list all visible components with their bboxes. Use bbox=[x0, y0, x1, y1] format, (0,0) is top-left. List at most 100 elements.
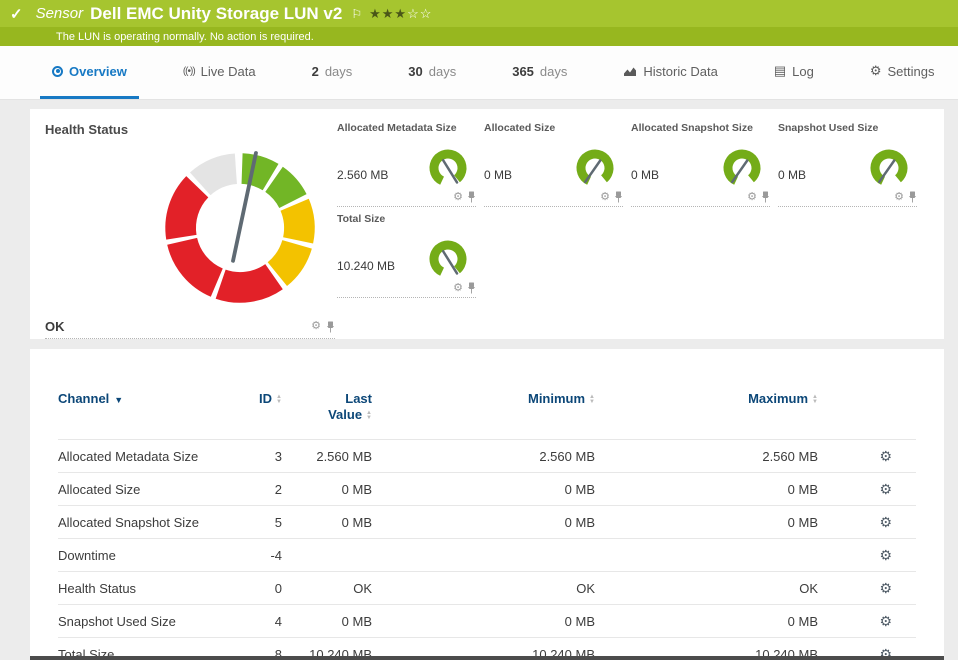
cell-id: 5 bbox=[233, 505, 282, 539]
channel-settings-icon[interactable]: ⚙ bbox=[879, 613, 892, 629]
tab-log[interactable]: ▤ Log bbox=[762, 46, 826, 99]
col-header-maximum[interactable]: Maximum ▲ ▼ bbox=[595, 391, 818, 440]
col-header-maximum-label: Maximum bbox=[748, 391, 809, 406]
cell-channel: Snapshot Used Size bbox=[58, 604, 233, 638]
cell-last-value: 0 MB bbox=[282, 505, 372, 539]
table-row[interactable]: Allocated Snapshot Size 5 0 MB 0 MB 0 MB… bbox=[58, 505, 916, 539]
tab-30-days-number: 30 bbox=[408, 63, 423, 79]
mini-gauge bbox=[870, 149, 908, 187]
cell-id: 0 bbox=[233, 571, 282, 605]
pin-icon[interactable] bbox=[908, 191, 917, 203]
col-header-actions bbox=[818, 391, 916, 440]
live-data-icon: ((•)) bbox=[182, 65, 196, 77]
mini-gauge bbox=[723, 149, 761, 187]
tab-historic-data[interactable]: Historic Data bbox=[611, 46, 729, 99]
mini-gauge-needle bbox=[441, 159, 459, 184]
tab-log-label: Log bbox=[792, 63, 814, 79]
channel-settings-icon[interactable]: ⚙ bbox=[879, 448, 892, 464]
col-header-last-label: Last bbox=[345, 391, 372, 406]
gauge-card-allocated-metadata-size: Allocated Metadata Size 2.560 MB ⚙ bbox=[337, 122, 476, 207]
tab-2-days-number: 2 bbox=[311, 63, 319, 79]
col-header-id-label: ID bbox=[259, 391, 273, 406]
cell-id: -4 bbox=[233, 538, 282, 572]
cell-maximum: 0 MB bbox=[595, 472, 818, 506]
historic-data-icon bbox=[624, 67, 637, 76]
overview-icon bbox=[52, 65, 63, 77]
health-status-widget: Health Status OK ⚙ bbox=[45, 122, 335, 339]
pin-icon[interactable] bbox=[467, 282, 476, 294]
mini-gauge bbox=[429, 149, 467, 187]
mini-gauge bbox=[429, 240, 467, 278]
tab-30-days[interactable]: 30 days bbox=[396, 46, 468, 99]
tab-live-data[interactable]: ((•)) Live Data bbox=[171, 46, 268, 99]
cell-last-value: 0 MB bbox=[282, 604, 372, 638]
cell-id: 2 bbox=[233, 472, 282, 506]
stars-filled[interactable]: ★★★ bbox=[369, 6, 407, 21]
health-widget-footer: OK ⚙ bbox=[45, 319, 335, 339]
object-type-label: Sensor bbox=[35, 5, 84, 22]
priority-flag-icon[interactable]: ⚐ bbox=[351, 7, 362, 21]
col-header-minimum[interactable]: Minimum ▲ ▼ bbox=[372, 391, 595, 440]
sensor-title: Dell EMC Unity Storage LUN v2 bbox=[90, 3, 343, 23]
tab-365-days-number: 365 bbox=[512, 63, 534, 79]
sensor-overview-content: Health Status OK ⚙ Allocated Metadata Si… bbox=[0, 100, 958, 660]
col-header-minimum-label: Minimum bbox=[527, 391, 586, 406]
health-status-value: OK bbox=[45, 319, 65, 334]
widget-gear-icon[interactable]: ⚙ bbox=[894, 191, 904, 203]
sort-icon: ▲ ▼ bbox=[812, 394, 818, 405]
stars-empty[interactable]: ☆☆ bbox=[407, 6, 432, 21]
priority-stars[interactable]: ★★★☆☆ bbox=[369, 6, 432, 22]
col-header-channel-label: Channel bbox=[58, 391, 110, 406]
tab-2-days[interactable]: 2 days bbox=[300, 46, 365, 99]
cell-id: 3 bbox=[233, 439, 282, 473]
table-row[interactable]: Allocated Size 2 0 MB 0 MB 0 MB ⚙ bbox=[58, 472, 916, 506]
channel-settings-icon[interactable]: ⚙ bbox=[879, 547, 892, 563]
gauge-card-allocated-snapshot-size: Allocated Snapshot Size 0 MB ⚙ bbox=[631, 122, 770, 207]
gauge-card-allocated-size: Allocated Size 0 MB ⚙ bbox=[484, 122, 623, 207]
col-header-channel[interactable]: Channel ▼ bbox=[58, 391, 233, 440]
tab-settings[interactable]: ⚙ Settings bbox=[858, 46, 947, 99]
cell-minimum bbox=[372, 538, 595, 572]
channel-settings-icon[interactable]: ⚙ bbox=[879, 580, 892, 596]
table-row[interactable]: Downtime -4 ⚙ bbox=[58, 538, 916, 572]
sort-icon: ▲ ▼ bbox=[276, 394, 282, 405]
col-header-last-value[interactable]: Last Value ▲ ▼ bbox=[282, 391, 372, 440]
tab-overview[interactable]: Overview bbox=[40, 46, 139, 99]
channels-table: Channel ▼ ID ▲ ▼ Last Value ▲ ▼ Minimum ▲ ▼ Max… bbox=[58, 391, 916, 660]
gauge-card-title: Allocated Size bbox=[484, 122, 556, 134]
gauge-card-title: Snapshot Used Size bbox=[778, 122, 879, 134]
table-header-row: Channel ▼ ID ▲ ▼ Last Value ▲ ▼ Minimum ▲ ▼ Max… bbox=[58, 391, 916, 440]
channel-settings-icon[interactable]: ⚙ bbox=[879, 514, 892, 530]
widget-gear-icon[interactable]: ⚙ bbox=[600, 191, 610, 203]
gauge-card-value: 10.240 MB bbox=[337, 259, 396, 273]
table-row[interactable]: Allocated Metadata Size 3 2.560 MB 2.560… bbox=[58, 439, 916, 473]
health-status-gauge bbox=[165, 151, 315, 303]
pin-icon[interactable] bbox=[467, 191, 476, 203]
widget-gear-icon[interactable]: ⚙ bbox=[311, 321, 321, 332]
mini-gauge-needle bbox=[441, 250, 459, 275]
table-row[interactable]: Health Status 0 OK OK OK ⚙ bbox=[58, 571, 916, 605]
banner-title-row: ✓ Sensor Dell EMC Unity Storage LUN v2 ⚐… bbox=[0, 0, 958, 27]
pin-icon[interactable] bbox=[326, 321, 335, 333]
widget-gear-icon[interactable]: ⚙ bbox=[453, 191, 463, 203]
pin-icon[interactable] bbox=[761, 191, 770, 203]
health-gauge-wrap bbox=[45, 137, 335, 319]
widget-gear-icon[interactable]: ⚙ bbox=[453, 282, 463, 294]
gauge-card-title: Total Size bbox=[337, 213, 386, 225]
prtg-sensor-page: { "colors": { "header_green": "#a6c52f",… bbox=[0, 0, 958, 660]
gauges-panel: Health Status OK ⚙ Allocated Metadata Si… bbox=[30, 109, 944, 339]
pin-icon[interactable] bbox=[614, 191, 623, 203]
cell-maximum: 2.560 MB bbox=[595, 439, 818, 473]
tab-365-days-label: days bbox=[539, 63, 568, 79]
channel-settings-icon[interactable]: ⚙ bbox=[879, 481, 892, 497]
cell-maximum: OK bbox=[595, 571, 818, 605]
gauge-card-title: Allocated Snapshot Size bbox=[631, 122, 753, 134]
mini-gauge-needle bbox=[583, 159, 602, 184]
widget-gear-icon[interactable]: ⚙ bbox=[747, 191, 757, 203]
col-header-id[interactable]: ID ▲ ▼ bbox=[233, 391, 282, 440]
tab-365-days[interactable]: 365 days bbox=[500, 46, 579, 99]
col-header-value-label: Value bbox=[328, 407, 363, 422]
sensor-status-message: The LUN is operating normally. No action… bbox=[56, 30, 314, 43]
table-row[interactable]: Snapshot Used Size 4 0 MB 0 MB 0 MB ⚙ bbox=[58, 604, 916, 638]
settings-gear-icon: ⚙ bbox=[869, 63, 882, 78]
